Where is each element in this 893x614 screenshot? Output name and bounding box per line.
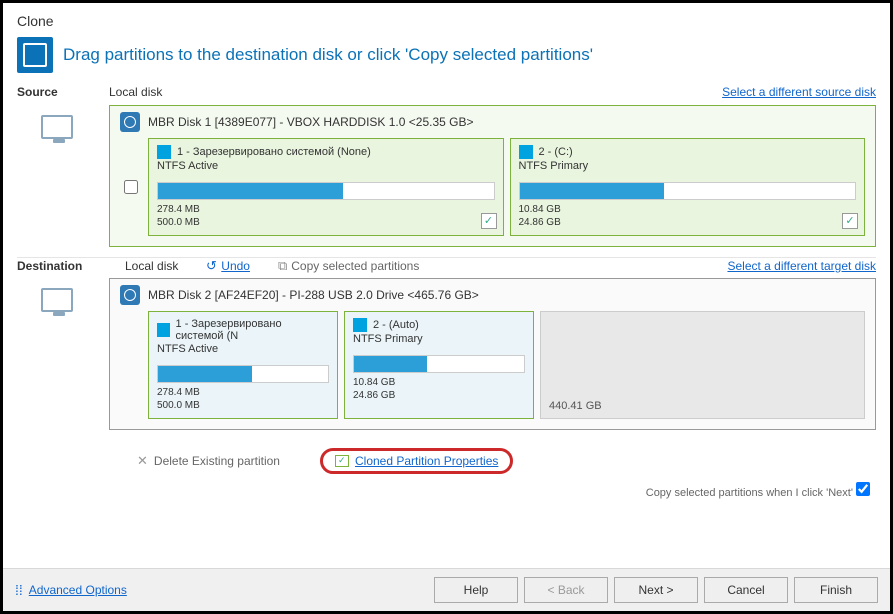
cancel-button[interactable]: Cancel (704, 577, 788, 603)
source-disk-panel: MBR Disk 1 [4389E077] - VBOX HARDDISK 1.… (109, 105, 876, 247)
windows-icon (353, 318, 367, 332)
partition-stats: 278.4 MB500.0 MB (157, 387, 329, 412)
delete-existing-link[interactable]: ✕Delete Existing partition (137, 453, 280, 469)
partition-stats: 10.84 GB24.86 GB (519, 204, 857, 229)
back-button[interactable]: < Back (524, 577, 608, 603)
monitor-icon (41, 115, 73, 139)
source-partition-1[interactable]: 1 - Зарезервировано системой (None) NTFS… (148, 138, 504, 236)
partition-checked-icon[interactable]: ✓ (481, 213, 497, 229)
destination-disk-title-text: MBR Disk 2 [AF24EF20] - PI-288 USB 2.0 D… (148, 288, 479, 302)
hdd-icon (120, 112, 140, 132)
select-source-link[interactable]: Select a different source disk (722, 85, 876, 99)
banner: Drag partitions to the destination disk … (3, 33, 890, 83)
select-all-checkbox[interactable] (124, 180, 138, 194)
source-body: MBR Disk 1 [4389E077] - VBOX HARDDISK 1.… (3, 101, 890, 257)
select-target-link[interactable]: Select a different target disk (727, 259, 876, 273)
source-partition-2[interactable]: 2 - (C:) NTFS Primary 10.84 GB24.86 GB ✓ (510, 138, 866, 236)
close-icon: ✕ (137, 453, 148, 468)
partition-title: 2 - (C:) (539, 146, 573, 158)
destination-actions: ✕Delete Existing partition Cloned Partit… (3, 440, 890, 476)
windows-icon (157, 323, 170, 337)
partition-stats: 278.4 MB500.0 MB (157, 204, 495, 229)
undo-icon: ↻ (206, 258, 217, 274)
partition-fs: NTFS Active (157, 343, 329, 355)
cloned-properties-highlight: Cloned Partition Properties (320, 448, 513, 474)
partition-stats: 10.84 GB24.86 GB (353, 377, 525, 402)
source-label: Source (17, 85, 97, 99)
hdd-icon (120, 285, 140, 305)
unallocated-space[interactable]: 440.41 GB (540, 311, 865, 419)
monitor-icon (41, 288, 73, 312)
windows-icon (519, 145, 533, 159)
windows-icon (157, 145, 171, 159)
help-button[interactable]: Help (434, 577, 518, 603)
clone-icon (17, 37, 53, 73)
partition-title: 2 - (Auto) (373, 319, 419, 331)
banner-text: Drag partitions to the destination disk … (63, 45, 593, 65)
destination-disk-panel: MBR Disk 2 [AF24EF20] - PI-288 USB 2.0 D… (109, 278, 876, 430)
partition-fs: NTFS Primary (353, 333, 525, 345)
usage-bar (353, 355, 525, 373)
destination-partition-1[interactable]: 1 - Зарезервировано системой (N NTFS Act… (148, 311, 338, 419)
destination-label: Destination (17, 259, 97, 273)
cloned-properties-link[interactable]: Cloned Partition Properties (355, 454, 498, 468)
partition-title: 1 - Зарезервировано системой (None) (177, 146, 371, 158)
source-disk-title-text: MBR Disk 1 [4389E077] - VBOX HARDDISK 1.… (148, 115, 473, 129)
advanced-options-link[interactable]: Advanced Options (29, 583, 127, 597)
copy-icon: ⧉ (278, 258, 287, 273)
usage-bar (157, 182, 495, 200)
properties-icon (335, 455, 349, 467)
finish-button[interactable]: Finish (794, 577, 878, 603)
copy-on-next-checkbox[interactable] (856, 482, 870, 496)
destination-toolbar: Destination Local disk ↻Undo ⧉Copy selec… (3, 258, 890, 274)
window-title: Clone (3, 3, 890, 33)
source-sub: Local disk (109, 85, 162, 99)
undo-link[interactable]: ↻Undo (206, 258, 250, 274)
copy-selected-link[interactable]: ⧉Copy selected partitions (278, 258, 419, 274)
usage-bar (157, 365, 329, 383)
partition-fs: NTFS Primary (519, 160, 857, 172)
sliders-icon: ⁞⁞ (15, 582, 23, 598)
destination-partition-2[interactable]: 2 - (Auto) NTFS Primary 10.84 GB24.86 GB (344, 311, 534, 419)
source-header: Source Local disk Select a different sou… (3, 83, 890, 101)
copy-hint: Copy selected partitions when I click 'N… (3, 476, 890, 499)
partition-checked-icon[interactable]: ✓ (842, 213, 858, 229)
usage-bar (519, 182, 857, 200)
destination-sub: Local disk (125, 259, 178, 273)
partition-title: 1 - Зарезервировано системой (N (176, 318, 329, 342)
destination-body: MBR Disk 2 [AF24EF20] - PI-288 USB 2.0 D… (3, 274, 890, 440)
footer: ⁞⁞ Advanced Options Help < Back Next > C… (3, 568, 890, 611)
next-button[interactable]: Next > (614, 577, 698, 603)
destination-disk-title: MBR Disk 2 [AF24EF20] - PI-288 USB 2.0 D… (120, 285, 865, 311)
partition-fs: NTFS Active (157, 160, 495, 172)
source-disk-title: MBR Disk 1 [4389E077] - VBOX HARDDISK 1.… (120, 112, 865, 138)
